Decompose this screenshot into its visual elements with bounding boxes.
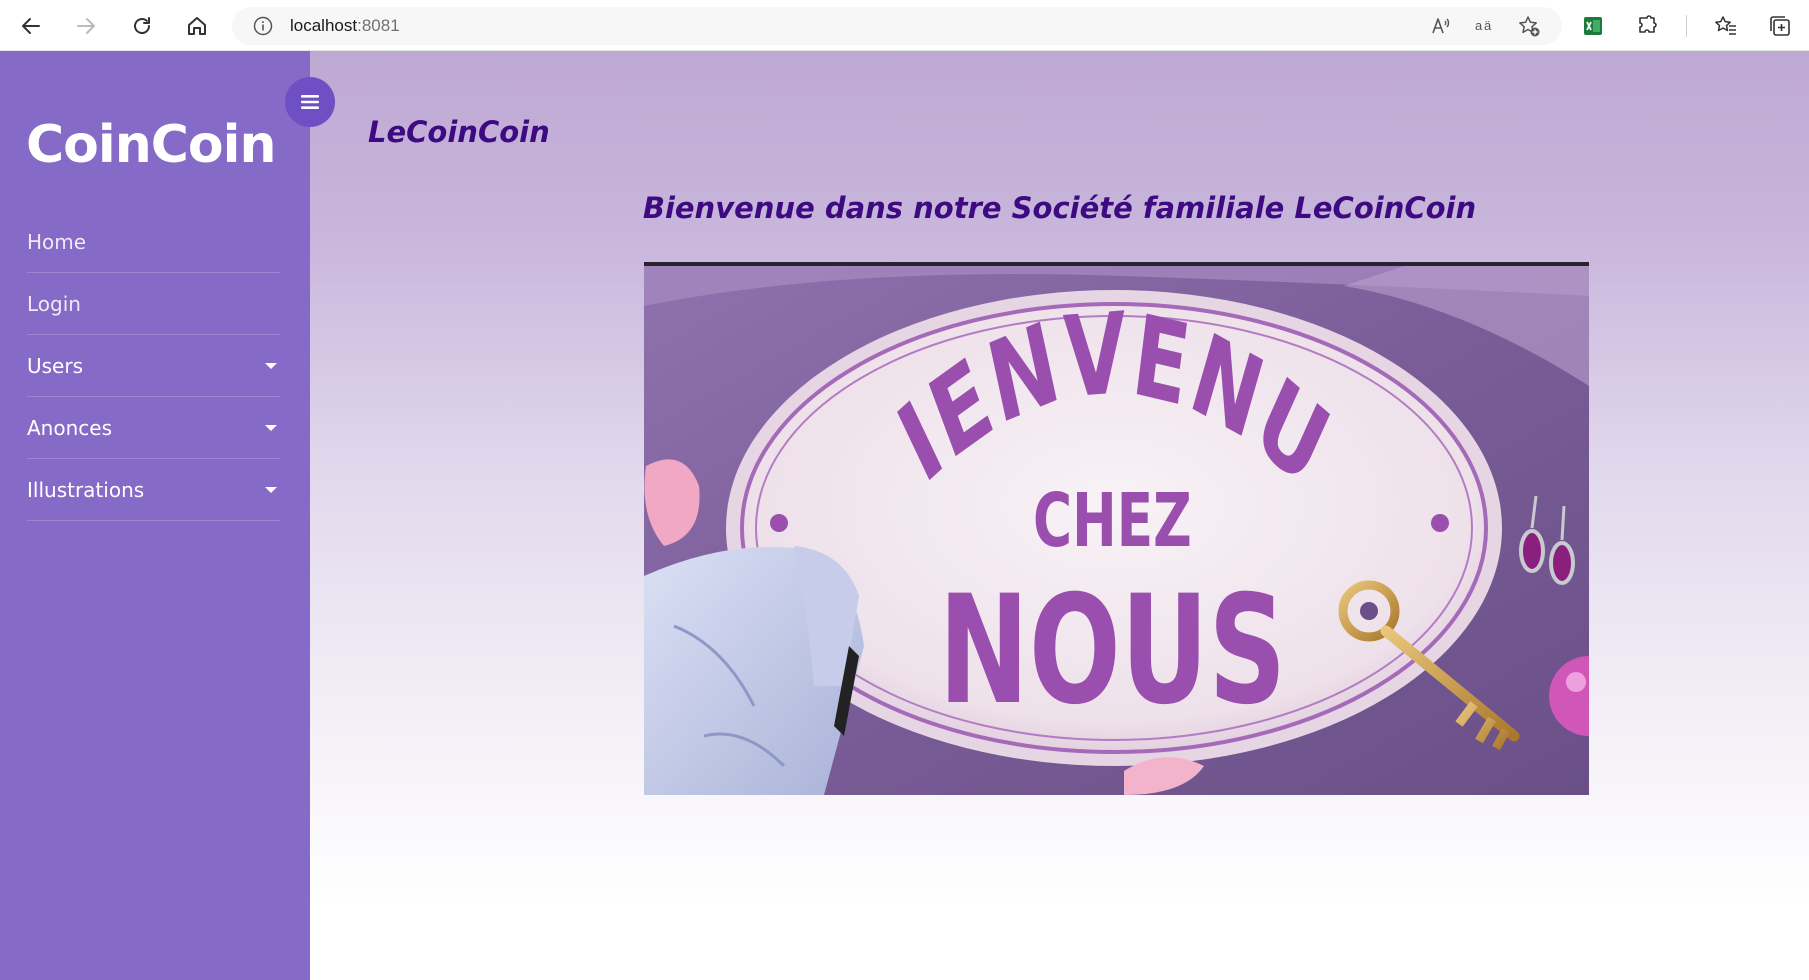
svg-text:ä: ä xyxy=(1484,18,1492,33)
welcome-image: BIENVENUE CHEZ NOUS xyxy=(644,262,1589,795)
sidebar-menu: Home Login Users Anonces Illustrations xyxy=(27,211,280,521)
extensions-puzzle-icon[interactable] xyxy=(1632,11,1662,41)
excel-extension-icon[interactable] xyxy=(1578,11,1608,41)
welcome-heading: Bienvenue dans notre Société familiale L… xyxy=(642,191,1477,225)
url-text: localhost:8081 xyxy=(290,16,400,35)
sidebar-item-label: Anonces xyxy=(27,415,112,440)
site-title: LeCoinCoin xyxy=(368,115,550,149)
dropdown-caret-icon xyxy=(265,486,277,493)
dropdown-caret-icon xyxy=(265,362,277,369)
collections-icon[interactable] xyxy=(1765,11,1795,41)
hamburger-menu-icon xyxy=(301,95,319,109)
brand-logo[interactable]: CoinCoin xyxy=(26,115,276,175)
sidebar-item-label: Illustrations xyxy=(27,477,145,502)
sidebar-item-label: Users xyxy=(27,353,84,378)
sidebar-item-users[interactable]: Users xyxy=(27,335,280,397)
home-icon[interactable] xyxy=(182,11,212,41)
sidebar-item-label: Login xyxy=(27,291,81,316)
address-bar[interactable]: localhost:8081 aä xyxy=(232,7,1562,45)
hero-line-3: NOUS xyxy=(939,563,1287,737)
site-info-icon[interactable] xyxy=(252,15,274,37)
sidebar-item-illustrations[interactable]: Illustrations xyxy=(27,459,280,521)
add-favorite-icon[interactable] xyxy=(1516,13,1542,39)
svg-text:a: a xyxy=(1475,18,1483,33)
favorites-icon[interactable] xyxy=(1711,11,1741,41)
sidebar-item-label: Home xyxy=(27,229,87,254)
sidebar-item-home[interactable]: Home xyxy=(27,211,280,273)
sidebar-item-anonces[interactable]: Anonces xyxy=(27,397,280,459)
sidebar-toggle-button[interactable] xyxy=(285,77,335,127)
browser-toolbar: localhost:8081 aä xyxy=(0,0,1809,51)
back-arrow-icon[interactable] xyxy=(16,11,46,41)
forward-arrow-icon[interactable] xyxy=(71,11,101,41)
refresh-icon[interactable] xyxy=(127,11,157,41)
main-content: LeCoinCoin Bienvenue dans notre Société … xyxy=(310,51,1809,980)
dropdown-caret-icon xyxy=(265,424,277,431)
read-aloud-icon[interactable] xyxy=(1428,13,1454,39)
toolbar-divider xyxy=(1686,15,1687,37)
sidebar-item-login[interactable]: Login xyxy=(27,273,280,335)
hero-line-2: CHEZ xyxy=(1033,478,1192,564)
sidebar: CoinCoin Home Login Users Anonces Illust… xyxy=(0,51,310,980)
translate-icon[interactable]: aä xyxy=(1472,13,1498,39)
